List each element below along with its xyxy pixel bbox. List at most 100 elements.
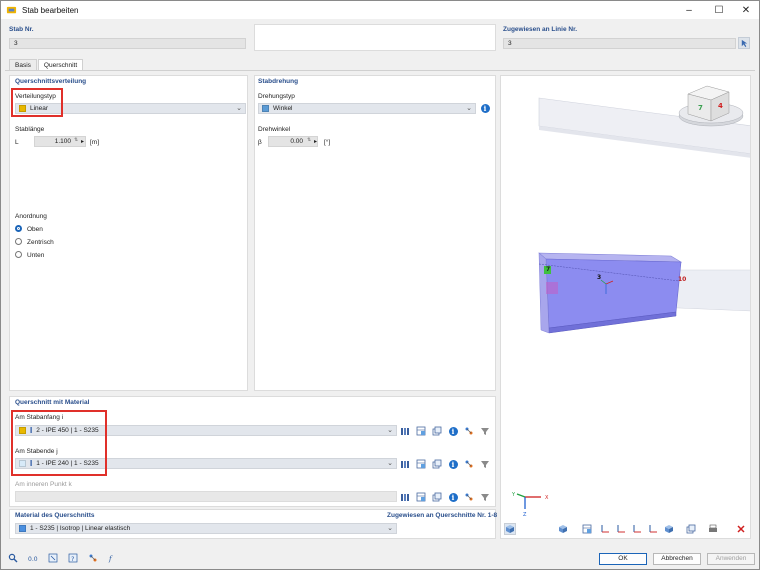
section-new-button[interactable]	[415, 425, 427, 437]
edit-member-dialog: Stab bearbeiten – ☐ ✕ Stab Nr. 3 Zugewie…	[0, 0, 760, 570]
section-copy-button[interactable]	[431, 458, 443, 470]
inner-point-select[interactable]	[15, 491, 397, 502]
distribution-panel	[9, 75, 248, 391]
reset-view-button[interactable]	[735, 523, 747, 535]
rotation-type-label: Drehungstyp	[258, 93, 295, 100]
material-swatch	[19, 525, 26, 532]
app-icon	[6, 6, 17, 13]
node-end-label: 10	[678, 276, 686, 283]
section-new-button[interactable]	[415, 491, 427, 503]
maximize-button[interactable]: ☐	[705, 1, 733, 19]
rotation-type-select[interactable]: Winkel ⌄	[258, 103, 476, 114]
graph-button[interactable]	[87, 552, 99, 564]
section-graph-button[interactable]	[463, 458, 475, 470]
axis-z-label: Z	[523, 512, 527, 518]
radio-unten[interactable]	[15, 251, 22, 258]
section-graph-button[interactable]	[463, 491, 475, 503]
window-title: Stab bearbeiten	[22, 5, 79, 15]
rotation-info-button[interactable]: i	[479, 102, 491, 114]
3d-viewport[interactable]: 7 4 7 3 10 X Y Z	[500, 75, 751, 539]
search-button[interactable]	[7, 552, 19, 564]
section-library-button[interactable]	[399, 425, 411, 437]
section-marker	[546, 282, 558, 294]
print-button[interactable]	[707, 523, 719, 535]
chevron-down-icon: ⌄	[387, 427, 393, 434]
cancel-button[interactable]: Abbrechen	[653, 553, 701, 565]
material-assigned-label: Zugewiesen an Querschnitte Nr. 1-8	[387, 512, 498, 519]
view-options-button[interactable]	[663, 523, 675, 535]
line-no-field[interactable]: 3	[503, 38, 736, 49]
arrangement-label: Anordnung	[15, 213, 47, 220]
line-no-label: Zugewiesen an Linie Nr.	[503, 26, 578, 33]
rotation-color-swatch	[262, 105, 269, 112]
rotation-type-value: Winkel	[273, 105, 293, 112]
info-icon: i	[448, 459, 458, 469]
units-button[interactable]	[47, 552, 59, 564]
view-settings-button[interactable]	[685, 523, 697, 535]
help-button[interactable]: ?	[67, 552, 79, 564]
radio-zentrisch[interactable]	[15, 238, 22, 245]
section-info-button[interactable]: i	[447, 458, 459, 470]
tab-divider	[5, 70, 755, 71]
section-library-button[interactable]	[399, 491, 411, 503]
section-graph-button[interactable]	[463, 425, 475, 437]
angle-label: Drehwinkel	[258, 126, 291, 133]
section-info-button[interactable]: i	[447, 425, 459, 437]
section-info-button[interactable]: i	[447, 491, 459, 503]
nav-cube[interactable]: 7 4	[678, 85, 744, 127]
pick-line-button[interactable]	[738, 37, 750, 49]
axis-x-button[interactable]	[599, 523, 611, 535]
spin-updown-icon[interactable]: ⇅	[307, 137, 311, 143]
name-field[interactable]	[254, 24, 496, 51]
chevron-down-icon: ⌄	[466, 105, 472, 112]
angle-symbol: β	[258, 139, 262, 146]
radio-zentrisch-label: Zentrisch	[27, 239, 54, 246]
chevron-down-icon: ⌄	[236, 105, 242, 112]
chevron-down-icon: ⌄	[387, 460, 393, 467]
section-filter-button[interactable]	[479, 458, 491, 470]
display-mode-button[interactable]	[557, 523, 569, 535]
axis-y-label: Y	[511, 492, 516, 498]
info-icon: i	[480, 103, 490, 113]
radio-unten-label: Unten	[27, 252, 45, 259]
view-select-button[interactable]	[504, 523, 516, 535]
member-label: 3	[597, 274, 601, 281]
member-no-field[interactable]: 3	[9, 38, 246, 49]
angle-unit: [°]	[324, 139, 331, 146]
material-select[interactable]: 1 - S235 | Isotrop | Linear elastisch ⌄	[15, 523, 397, 534]
svg-text:f: f	[108, 555, 113, 563]
cube-face-front: 7	[698, 104, 703, 112]
section-copy-button[interactable]	[431, 425, 443, 437]
spin-updown-icon[interactable]: ⇅	[74, 137, 78, 143]
axis-iso-button[interactable]	[647, 523, 659, 535]
axis-z-button[interactable]	[631, 523, 643, 535]
angle-arrow-icon[interactable]: ▸	[314, 138, 317, 145]
pick-cursor-icon	[741, 39, 747, 47]
section-filter-button[interactable]	[479, 491, 491, 503]
apply-button[interactable]: Anwenden	[707, 553, 755, 565]
length-arrow-icon[interactable]: ▸	[81, 138, 84, 145]
highlight-cross-sections	[11, 410, 107, 476]
axis-y-button[interactable]	[615, 523, 627, 535]
length-unit: [m]	[90, 139, 100, 146]
close-button[interactable]: ✕	[732, 1, 759, 19]
tab-basis[interactable]: Basis	[9, 59, 37, 70]
radio-oben-label: Oben	[27, 226, 43, 233]
section-new-button[interactable]	[415, 458, 427, 470]
section-library-button[interactable]	[399, 458, 411, 470]
tab-querschnitt[interactable]: Querschnitt	[37, 59, 84, 70]
cross-section-title: Querschnitt mit Material	[15, 399, 90, 406]
material-value: 1 - S235 | Isotrop | Linear elastisch	[30, 525, 131, 532]
function-button[interactable]: f	[107, 552, 119, 564]
render-button[interactable]	[581, 523, 593, 535]
cube-face-side: 4	[718, 102, 723, 110]
radio-oben[interactable]	[15, 225, 22, 232]
svg-text:?: ?	[71, 555, 74, 563]
section-copy-button[interactable]	[431, 491, 443, 503]
minimize-button[interactable]: –	[675, 1, 703, 19]
distribution-section-title: Querschnittsverteilung	[15, 78, 87, 85]
numeric-button[interactable]: 0.0	[27, 552, 39, 564]
section-filter-button[interactable]	[479, 425, 491, 437]
ok-button[interactable]: OK	[599, 553, 647, 565]
member-no-label: Stab Nr.	[9, 26, 34, 33]
